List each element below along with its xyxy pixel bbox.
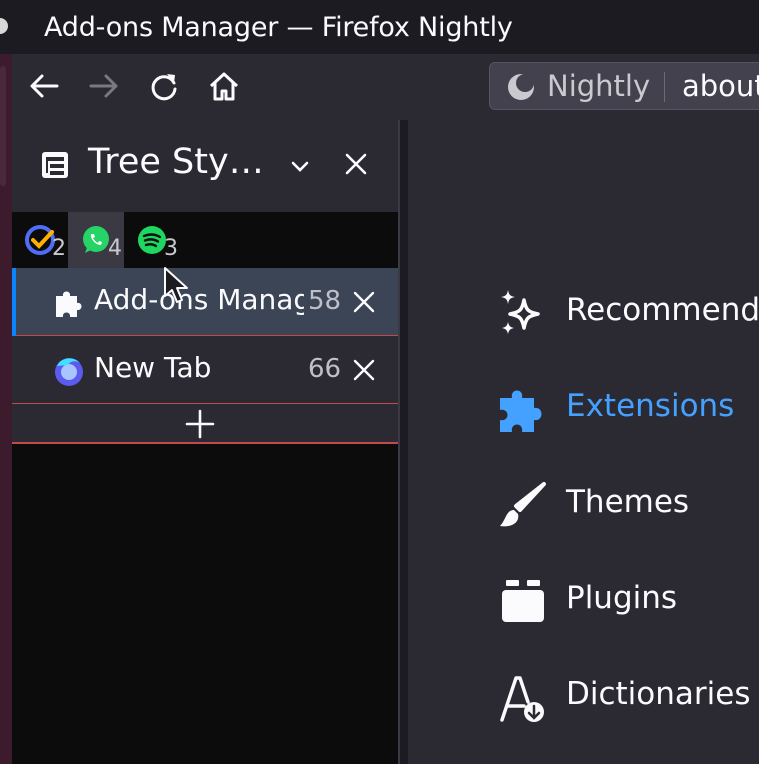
category-dictionaries[interactable]: Dictionaries bbox=[498, 664, 759, 724]
mouse-cursor-icon bbox=[164, 267, 188, 303]
category-label: Recommenda bbox=[566, 292, 759, 328]
home-icon bbox=[209, 72, 239, 101]
firefox-nightly-icon bbox=[55, 358, 83, 386]
url-text[interactable]: about bbox=[682, 69, 759, 103]
tree-style-tab-sidebar: Tree Sty… 2 4 3 Add-ons Manage 58 bbox=[12, 120, 400, 764]
window-title: Add-ons Manager — Firefox Nightly bbox=[44, 12, 513, 43]
browser-brand-label: Nightly bbox=[547, 69, 651, 103]
puzzle-icon bbox=[500, 390, 542, 432]
nightly-logo-icon bbox=[508, 74, 534, 100]
sidebar-header: Tree Sty… bbox=[12, 120, 400, 212]
selected-tab-indicator bbox=[12, 268, 16, 336]
pinned-tab-count: 4 bbox=[108, 236, 122, 261]
window-control-icon[interactable] bbox=[0, 18, 8, 34]
category-label: Extensions bbox=[566, 388, 735, 424]
tab-title: Add-ons Manage bbox=[94, 283, 304, 316]
url-bar[interactable]: Nightly about bbox=[489, 62, 759, 110]
forward-arrow-icon bbox=[89, 74, 118, 98]
close-tab-icon[interactable] bbox=[352, 290, 376, 314]
forward-button[interactable] bbox=[86, 68, 122, 104]
close-sidebar-icon[interactable] bbox=[342, 150, 370, 178]
tab-count: 58 bbox=[308, 286, 342, 316]
pinned-tab-ticktick[interactable]: 2 bbox=[12, 212, 68, 268]
category-plugins[interactable]: Plugins bbox=[498, 568, 759, 628]
dictionary-icon bbox=[500, 676, 544, 722]
category-extensions[interactable]: Extensions bbox=[498, 376, 759, 436]
back-button[interactable] bbox=[26, 68, 62, 104]
pinned-tab-whatsapp[interactable]: 4 bbox=[68, 212, 124, 268]
sidebar-splitter[interactable] bbox=[400, 120, 408, 764]
category-label: Themes bbox=[566, 484, 690, 520]
category-recommendations[interactable]: Recommenda bbox=[498, 280, 759, 340]
reload-button[interactable] bbox=[146, 68, 182, 104]
category-themes[interactable]: Themes bbox=[498, 472, 759, 532]
category-label: Plugins bbox=[566, 580, 678, 616]
new-tab-button[interactable] bbox=[12, 404, 400, 444]
desktop-edge bbox=[0, 54, 12, 764]
sidebar-title[interactable]: Tree Sty… bbox=[88, 142, 264, 182]
tab-add-ons-manager[interactable]: Add-ons Manage 58 bbox=[12, 268, 400, 336]
tab-new-tab[interactable]: New Tab 66 bbox=[12, 336, 400, 404]
brush-icon bbox=[500, 482, 546, 527]
tree-style-tab-icon bbox=[42, 152, 68, 178]
close-tab-icon[interactable] bbox=[352, 358, 376, 382]
plugin-icon bbox=[502, 580, 544, 622]
addons-manager-pane: Recommenda Extensions Themes Plugins Dic… bbox=[408, 120, 759, 764]
puzzle-icon bbox=[56, 291, 82, 317]
category-label: Dictionaries bbox=[566, 676, 751, 712]
tab-count: 66 bbox=[308, 354, 342, 384]
firefox-window: Add-ons Manager — Firefox Nightly Nightl… bbox=[0, 0, 759, 764]
chevron-down-icon[interactable] bbox=[288, 154, 312, 178]
plus-icon bbox=[185, 409, 215, 439]
back-arrow-icon bbox=[30, 74, 59, 98]
pinned-tabs-bar: 2 4 3 bbox=[12, 212, 400, 268]
tab-title: New Tab bbox=[94, 351, 212, 384]
urlbar-separator bbox=[664, 72, 665, 102]
sparkle-icon bbox=[501, 290, 540, 334]
home-button[interactable] bbox=[206, 68, 242, 104]
pinned-tab-count: 3 bbox=[164, 236, 178, 261]
title-bar: Add-ons Manager — Firefox Nightly bbox=[0, 0, 759, 54]
reload-icon bbox=[151, 74, 177, 101]
pinned-tab-spotify[interactable]: 3 bbox=[124, 212, 180, 268]
pinned-tab-count: 2 bbox=[52, 236, 66, 261]
